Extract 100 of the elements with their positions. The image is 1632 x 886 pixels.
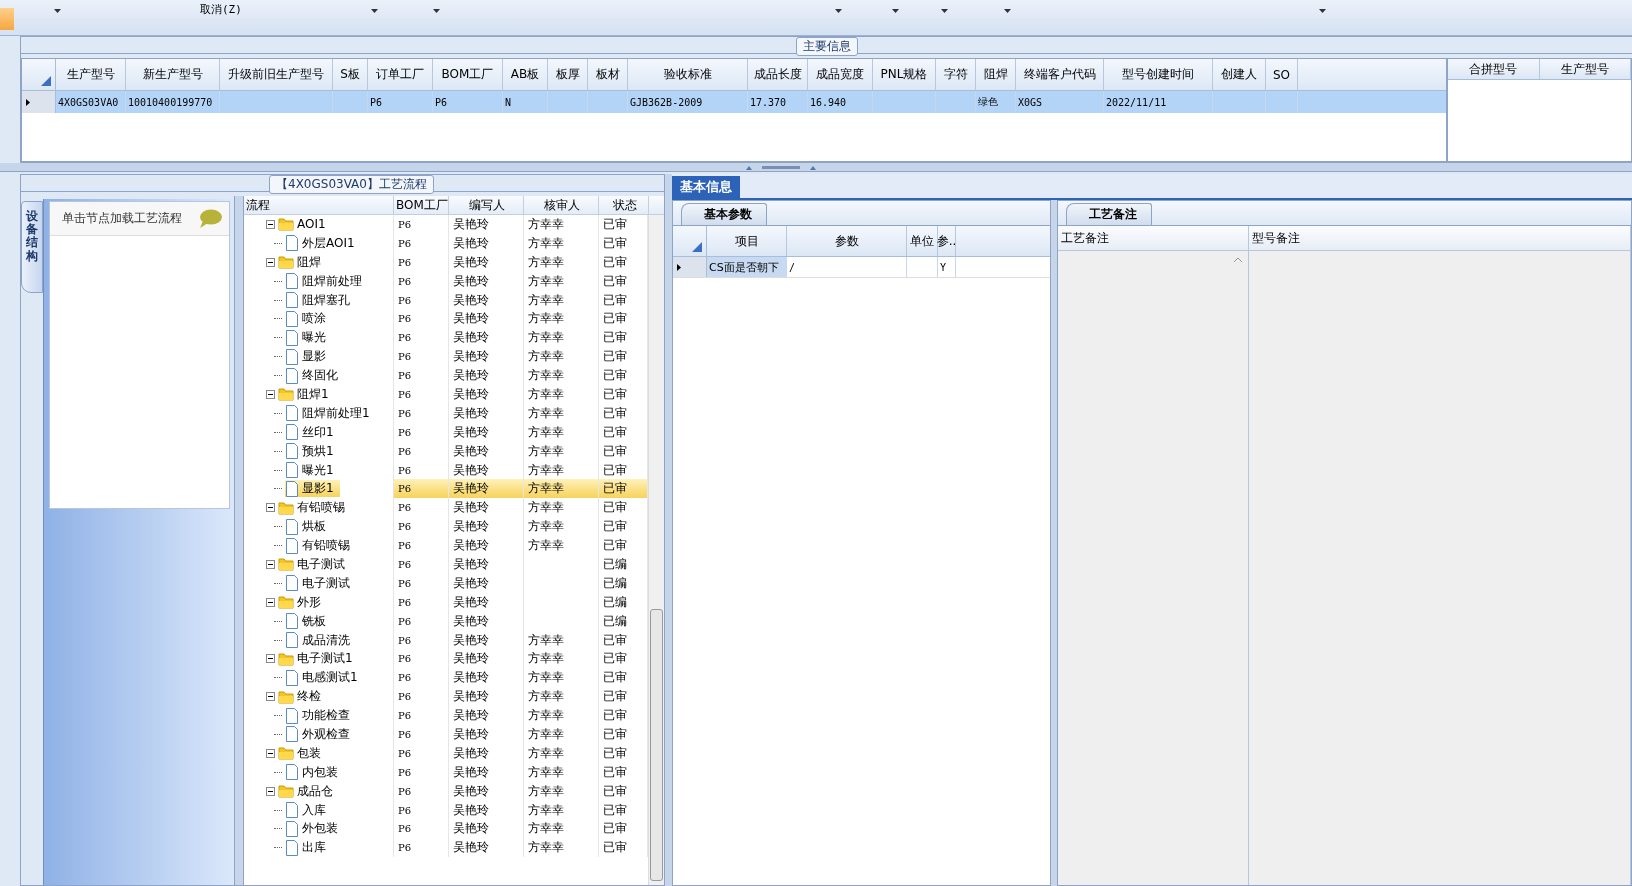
column-header[interactable]: 生产型号 [1539, 59, 1631, 79]
collapse-icon[interactable] [266, 389, 275, 399]
column-header[interactable]: 阻焊 [976, 59, 1016, 90]
column-header[interactable]: 升级前旧生产型号 [220, 59, 333, 90]
tree-node[interactable]: 有铅喷锡 [285, 537, 356, 555]
tree-node[interactable]: 铣板 [285, 612, 332, 630]
dropdown-caret-icon[interactable] [371, 9, 378, 13]
tree-node[interactable]: 阻焊 [278, 253, 327, 271]
scrollbar[interactable] [648, 215, 664, 885]
tree-node[interactable]: 电子测试 [285, 574, 356, 592]
column-header[interactable]: 编写人 [449, 196, 524, 214]
column-header[interactable]: 参.. [938, 226, 956, 256]
tree-node[interactable]: 外层AOI1 [285, 234, 361, 252]
collapse-icon[interactable] [266, 503, 275, 513]
column-header[interactable]: 项目 [707, 226, 787, 256]
dropdown-caret-icon[interactable] [1319, 9, 1326, 13]
dropdown-caret-icon[interactable] [892, 9, 899, 13]
tree-node[interactable]: 显影1 [285, 480, 340, 498]
info-tab[interactable]: 基本信息 [672, 176, 740, 198]
tree-node[interactable]: 喷涂 [285, 310, 332, 328]
side-tab[interactable]: 设备结构 [21, 201, 43, 293]
table-cell: P6 [398, 558, 412, 570]
tree-node[interactable]: 电感测试1 [285, 669, 364, 687]
tree-node[interactable]: 终检 [278, 688, 327, 706]
dropdown-caret-icon[interactable] [835, 9, 842, 13]
dropdown-caret-icon[interactable] [941, 9, 948, 13]
table-row[interactable]: 4X0GS03VA0 10010400199770 P6 P6 N GJB362B-2009 17.370 16.940 绿色 X0GS 2022/11/11 [22, 91, 1446, 113]
column-header[interactable]: 成品宽度 [808, 59, 873, 90]
collapse-icon[interactable] [266, 654, 275, 664]
tree-node[interactable]: 功能检查 [285, 707, 356, 725]
table-cell: 吴艳玲 [453, 782, 489, 800]
collapse-icon[interactable] [266, 257, 275, 267]
table-cell: Y [940, 261, 947, 273]
tree-node[interactable]: 终固化 [285, 367, 344, 385]
column-header[interactable]: 生产型号 [56, 59, 126, 90]
collapse-icon[interactable] [266, 748, 275, 758]
column-header[interactable]: 成品长度 [748, 59, 808, 90]
tree-node[interactable]: 电子测试 [278, 555, 351, 573]
column-header[interactable]: PNL规格 [873, 59, 936, 90]
column-header[interactable]: 板厚 [548, 59, 588, 90]
tree-node[interactable]: 外形 [278, 593, 327, 611]
column-header[interactable]: 单位 [907, 226, 938, 256]
document-icon [285, 292, 299, 308]
dropdown-caret-icon[interactable] [54, 9, 61, 13]
tree-node[interactable]: 显影 [285, 348, 332, 366]
column-header[interactable]: 状态 [599, 196, 649, 214]
tree-node[interactable]: 阻焊塞孔 [285, 291, 356, 309]
cancel-menu[interactable]: 取消(Z) [200, 2, 242, 17]
column-header[interactable]: 订单工厂 [368, 59, 433, 90]
tree-node[interactable]: 内包装 [285, 763, 344, 781]
table-cell: 2022/11/11 [1106, 96, 1167, 108]
tree-node[interactable]: 烘板 [285, 518, 332, 536]
column-header[interactable]: S板 [333, 59, 368, 90]
collapse-icon[interactable] [266, 219, 275, 229]
column-header: 工艺备注 [1058, 226, 1248, 251]
collapse-icon[interactable] [266, 692, 275, 702]
splitter-grip-icon[interactable] [746, 164, 816, 170]
column-header[interactable]: 合拼型号 [1448, 59, 1540, 79]
process-note-field[interactable] [1058, 251, 1248, 885]
tree-node[interactable]: 入库 [285, 801, 332, 819]
tree-node[interactable]: AOI1 [278, 215, 332, 233]
column-header[interactable]: 参数 [787, 226, 907, 256]
tree-node[interactable]: 电子测试1 [278, 650, 359, 668]
column-header[interactable]: 核审人 [524, 196, 599, 214]
column-header[interactable]: 字符 [936, 59, 976, 90]
column-header[interactable]: 型号创建时间 [1104, 59, 1213, 90]
tree-node[interactable]: 阻焊1 [278, 385, 335, 403]
tree-node[interactable]: 预烘1 [285, 442, 340, 460]
tree-node[interactable]: 成品清洗 [285, 631, 356, 649]
params-tab[interactable]: 基本参数 [681, 203, 767, 225]
tree-node[interactable]: 出库 [285, 839, 332, 857]
tree-node[interactable]: 成品仓 [278, 782, 339, 800]
tree-node[interactable]: 外包装 [285, 820, 344, 838]
tree-node[interactable]: 丝印1 [285, 423, 340, 441]
column-header[interactable]: 流程 [244, 196, 394, 214]
column-header[interactable]: SO [1266, 59, 1298, 90]
column-header[interactable]: 终端客户代码 [1016, 59, 1104, 90]
column-header[interactable]: 创建人 [1213, 59, 1266, 90]
column-header[interactable]: AB板 [503, 59, 548, 90]
column-header[interactable]: 板材 [588, 59, 628, 90]
tree-node[interactable]: 曝光1 [285, 461, 340, 479]
notes-tab[interactable]: 工艺备注 [1066, 203, 1152, 225]
tree-node[interactable]: 有铅喷锡 [278, 499, 351, 517]
dropdown-caret-icon[interactable] [1004, 9, 1011, 13]
collapse-icon[interactable] [266, 559, 275, 569]
column-header[interactable]: 新生产型号 [126, 59, 220, 90]
table-cell: P6 [398, 521, 412, 533]
tree-node[interactable]: 包装 [278, 744, 327, 762]
tree-node[interactable]: 曝光 [285, 329, 332, 347]
tree-node[interactable]: 外观检查 [285, 726, 356, 743]
column-header[interactable]: 验收标准 [628, 59, 748, 90]
tree-node[interactable]: 阻焊前处理1 [285, 404, 376, 422]
collapse-icon[interactable] [266, 597, 275, 607]
tree-node[interactable]: 阻焊前处理 [285, 272, 368, 290]
dropdown-caret-icon[interactable] [433, 9, 440, 13]
model-note-field[interactable] [1249, 251, 1630, 885]
column-header[interactable]: BOM工厂 [433, 59, 503, 90]
column-header[interactable]: BOM工厂 [394, 196, 449, 214]
collapse-icon[interactable] [266, 786, 275, 796]
table-cell: P6 [398, 294, 412, 306]
